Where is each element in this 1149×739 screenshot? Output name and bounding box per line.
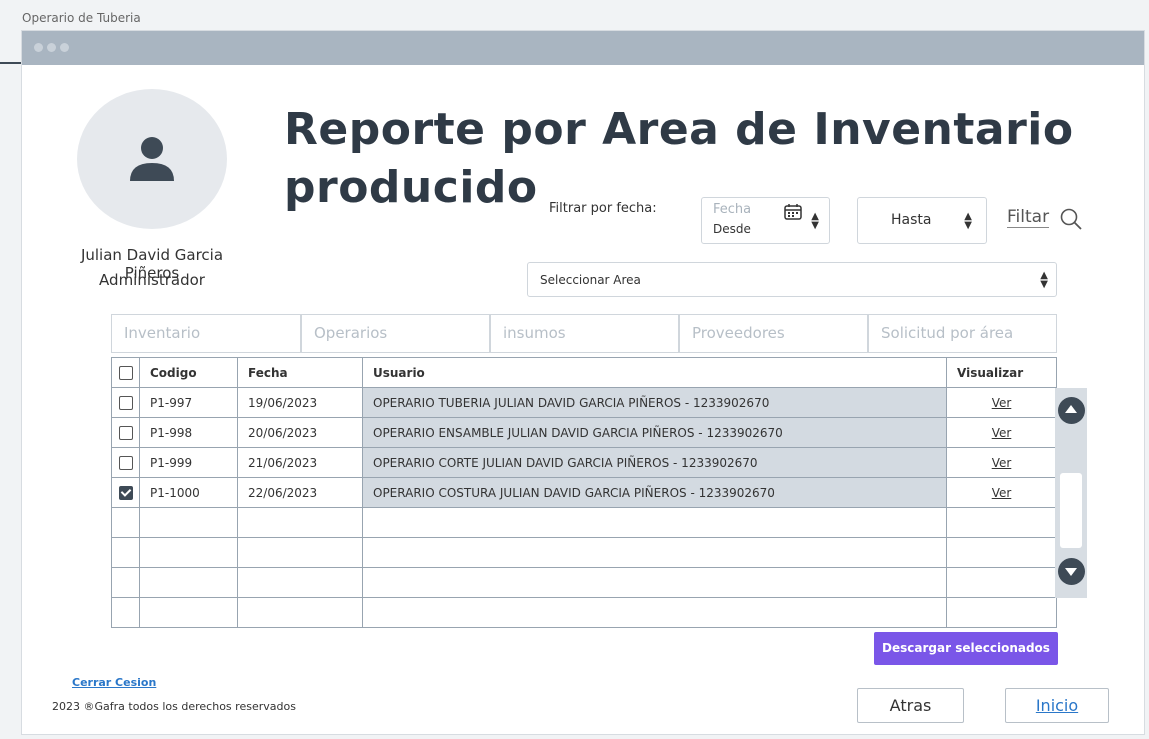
header-usuario: Usuario: [362, 357, 947, 388]
area-select[interactable]: Seleccionar Area ▲ ▼: [527, 262, 1057, 297]
download-selected-button[interactable]: Descargar seleccionados: [874, 632, 1058, 665]
cell-fecha: 20/06/2023: [237, 417, 363, 448]
cell-fecha: 22/06/2023: [237, 477, 363, 508]
table-row: P1-997 19/06/2023 OPERARIO TUBERIA JULIAN …: [111, 387, 1057, 418]
table-header-row: Codigo Fecha Usuario Visualizar: [111, 357, 1057, 388]
table-body: P1-997 19/06/2023 OPERARIO TUBERIA JULIAN …: [111, 387, 1057, 628]
frame-label: Operario de Tuberia: [22, 11, 141, 25]
date-from-value: Desde: [713, 222, 751, 236]
cell-usuario: OPERARIO CORTE JULIAN DAVID GARCIA PIÑER…: [362, 447, 947, 478]
table-scrollbar[interactable]: [1055, 388, 1087, 598]
cell-usuario: OPERARIO COSTURA JULIAN DAVID GARCIA PIÑ…: [362, 477, 947, 508]
date-spinner-icon[interactable]: ▲ ▼: [811, 212, 819, 231]
filter-button[interactable]: Filtar: [1007, 207, 1050, 228]
search-icon[interactable]: [1059, 207, 1083, 231]
row-checkbox[interactable]: [118, 485, 133, 500]
table-row-empty: [111, 507, 1057, 538]
ver-link[interactable]: Ver: [992, 396, 1012, 410]
avatar: [77, 89, 227, 229]
cell-codigo: P1-997: [139, 387, 238, 418]
hasta-spinner-icon: ▲ ▼: [964, 211, 972, 231]
date-from-picker[interactable]: Fecha Desde ▲ ▼: [701, 197, 830, 244]
table-row-empty: [111, 567, 1057, 598]
window-dots: [34, 43, 69, 52]
row-check-cell: [111, 417, 140, 448]
filter-date-label: Filtrar por fecha:: [549, 201, 657, 216]
scroll-down-icon[interactable]: [1058, 558, 1085, 585]
table-row-empty: [111, 597, 1057, 628]
cell-codigo: P1-998: [139, 417, 238, 448]
cell-codigo: P1-999: [139, 447, 238, 478]
tab-proveedores[interactable]: Proveedores: [679, 314, 868, 353]
logout-link[interactable]: Cerrar Cesion: [72, 676, 156, 689]
user-icon: [130, 137, 174, 181]
reports-table: Codigo Fecha Usuario Visualizar P1-997 19…: [111, 357, 1057, 628]
ver-link[interactable]: Ver: [992, 486, 1012, 500]
tab-operarios[interactable]: Operarios: [301, 314, 490, 353]
back-button[interactable]: Atras: [857, 688, 964, 723]
cell-visualizar: Ver: [946, 417, 1057, 448]
cell-usuario: OPERARIO ENSAMBLE JULIAN DAVID GARCIA PI…: [362, 417, 947, 448]
report-tabs: Inventario Operarios insumos Proveedores…: [111, 314, 1057, 353]
tab-solicitud-por-area[interactable]: Solicitud por área: [868, 314, 1057, 353]
row-check-cell: [111, 387, 140, 418]
row-check-cell: [111, 477, 140, 508]
table-row: P1-1000 22/06/2023 OPERARIO COSTURA JULIAN…: [111, 477, 1057, 508]
row-check-cell: [111, 447, 140, 478]
tab-inventario[interactable]: Inventario: [111, 314, 301, 353]
scrollbar-thumb[interactable]: [1060, 473, 1082, 548]
ver-link[interactable]: Ver: [992, 426, 1012, 440]
date-to-value: Hasta: [891, 212, 932, 228]
cell-fecha: 21/06/2023: [237, 447, 363, 478]
select-all-cell: [111, 357, 140, 388]
copyright-text: 2023 ®Gafra todos los derechos reservado…: [52, 700, 296, 713]
cell-codigo: P1-1000: [139, 477, 238, 508]
date-placeholder: Fecha: [713, 202, 752, 217]
row-checkbox[interactable]: [118, 395, 133, 410]
cell-visualizar: Ver: [946, 477, 1057, 508]
table-row: P1-999 21/06/2023 OPERARIO CORTE JULIAN DA…: [111, 447, 1057, 478]
header-codigo: Codigo: [139, 357, 238, 388]
home-button[interactable]: Inicio: [1005, 688, 1109, 723]
row-checkbox[interactable]: [118, 455, 133, 470]
scroll-up-icon[interactable]: [1058, 397, 1085, 424]
calendar-icon[interactable]: [784, 204, 802, 220]
area-select-value: Seleccionar Area: [540, 273, 641, 287]
select-all-checkbox[interactable]: [118, 365, 133, 380]
cell-visualizar: Ver: [946, 447, 1057, 478]
ver-link[interactable]: Ver: [992, 456, 1012, 470]
header-visualizar: Visualizar: [946, 357, 1057, 388]
header-fecha: Fecha: [237, 357, 363, 388]
row-checkbox[interactable]: [118, 425, 133, 440]
cell-visualizar: Ver: [946, 387, 1057, 418]
cell-fecha: 19/06/2023: [237, 387, 363, 418]
window-titlebar: [22, 31, 1144, 65]
app-window: Julian David Garcia Piñeros Administrado…: [21, 30, 1145, 735]
cell-usuario: OPERARIO TUBERIA JULIAN DAVID GARCIA PIÑ…: [362, 387, 947, 418]
table-row-empty: [111, 537, 1057, 568]
date-to-select[interactable]: Hasta ▲ ▼: [857, 197, 987, 244]
tab-insumos[interactable]: insumos: [490, 314, 679, 353]
table-row: P1-998 20/06/2023 OPERARIO ENSAMBLE JULIAN…: [111, 417, 1057, 448]
user-role: Administrador: [99, 271, 205, 289]
area-spinner-icon: ▲ ▼: [1040, 270, 1048, 290]
